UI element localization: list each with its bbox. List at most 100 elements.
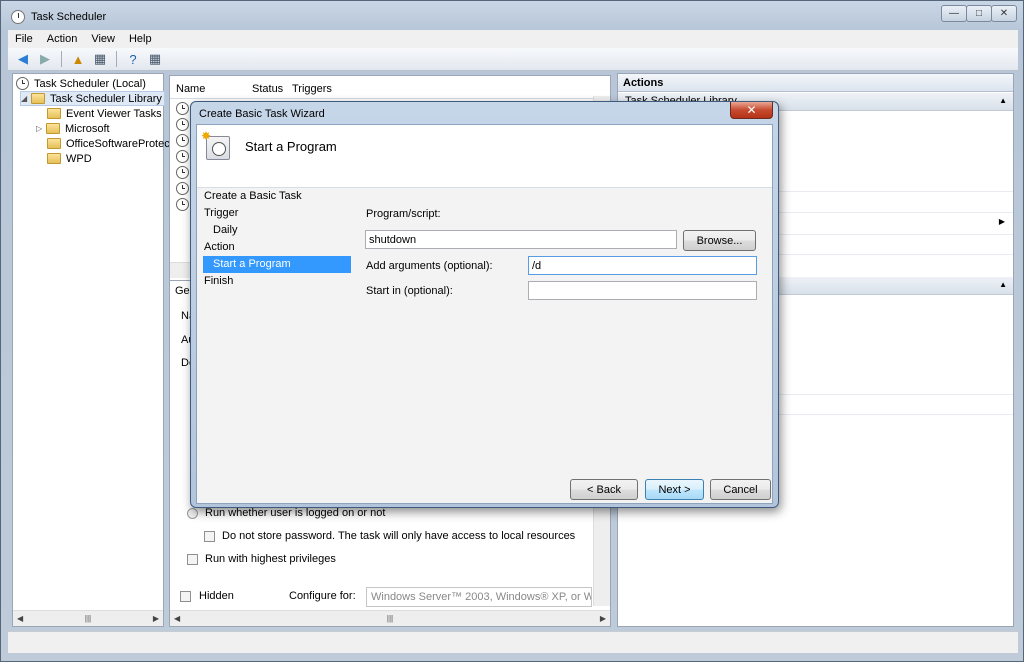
up-folder-icon[interactable]: ▲: [69, 50, 87, 68]
column-name[interactable]: Name: [170, 83, 252, 95]
scroll-thumb-grip-icon[interactable]: |||: [387, 614, 393, 623]
menu-help[interactable]: Help: [122, 33, 159, 45]
toolbar: ◀ ▶ ▲ ▦ ? ▦: [8, 48, 1018, 71]
tree-item-officesoftwareprotect[interactable]: OfficeSoftwareProtect: [47, 136, 173, 151]
forward-arrow-icon[interactable]: ▶: [36, 50, 54, 68]
back-button[interactable]: < Back: [570, 479, 638, 500]
column-status[interactable]: Status: [252, 83, 286, 95]
actions-header: Actions: [618, 74, 1013, 92]
general-horizontal-scrollbar[interactable]: ◀ ||| ▶: [170, 610, 610, 626]
collapse-arrow-icon[interactable]: ▲: [999, 96, 1007, 105]
status-bar: [8, 631, 1018, 653]
clock-icon: [176, 150, 189, 163]
collapse-arrow-icon[interactable]: ▲: [999, 280, 1007, 289]
clock-icon: [176, 166, 189, 179]
tree-item-label: OfficeSoftwareProtect: [66, 137, 173, 150]
tree-item-label: WPD: [66, 152, 92, 165]
configure-for-select[interactable]: Windows Server™ 2003, Windows® XP, or Wi…: [366, 587, 592, 607]
folder-icon: [47, 153, 61, 164]
close-button[interactable]: ✕: [991, 5, 1017, 22]
step-create-basic-task[interactable]: Create a Basic Task: [203, 188, 351, 205]
clock-icon: [176, 134, 189, 147]
run-whether-label: Run whether user is logged on or not: [205, 507, 386, 519]
hidden-checkbox[interactable]: [180, 591, 191, 602]
dialog-body: ✸ Start a Program Create a Basic Task Tr…: [196, 124, 773, 504]
scroll-right-icon[interactable]: ▶: [153, 614, 159, 623]
clock-icon: [16, 77, 29, 90]
tree-item-label: Microsoft: [65, 122, 110, 135]
maximize-button[interactable]: □: [966, 5, 992, 22]
browse-button[interactable]: Browse...: [683, 230, 756, 251]
tree-item-library[interactable]: ◢ Task Scheduler Library: [20, 91, 165, 106]
program-script-label: Program/script:: [366, 208, 441, 220]
tree-item-event-viewer-tasks[interactable]: Event Viewer Tasks: [47, 106, 162, 121]
add-arguments-label: Add arguments (optional):: [366, 260, 493, 272]
clock-icon: [176, 102, 189, 115]
folder-icon: [31, 93, 45, 104]
dialog-title: Create Basic Task Wizard: [199, 108, 325, 120]
submenu-arrow-icon[interactable]: ▶: [999, 217, 1005, 226]
run-whether-radio[interactable]: [187, 508, 198, 519]
new-star-icon: ✸: [201, 129, 212, 143]
highest-privileges-checkbox[interactable]: [187, 554, 198, 565]
step-action[interactable]: Action: [203, 239, 351, 256]
folder-icon: [47, 108, 61, 119]
menu-action[interactable]: Action: [40, 33, 85, 45]
step-trigger[interactable]: Trigger: [203, 205, 351, 222]
add-arguments-input[interactable]: /d: [528, 256, 757, 275]
tree-item-wpd[interactable]: WPD: [47, 151, 92, 166]
program-script-input[interactable]: shutdown: [365, 230, 677, 249]
navigation-tree: Task Scheduler (Local) ◢ Task Scheduler …: [12, 73, 173, 627]
show-hide-tree-icon[interactable]: ▦: [91, 50, 109, 68]
highest-privileges-label: Run with highest privileges: [205, 553, 336, 565]
scroll-thumb-grip-icon[interactable]: |||: [85, 614, 91, 623]
dialog-close-button[interactable]: ✕: [730, 102, 773, 119]
step-start-a-program[interactable]: Start a Program: [203, 256, 351, 273]
clock-icon: [176, 118, 189, 131]
help-icon[interactable]: ?: [124, 50, 142, 68]
do-not-store-password-label: Do not store password. The task will onl…: [222, 530, 576, 542]
configure-for-label: Configure for:: [289, 590, 356, 602]
clock-icon: [11, 10, 25, 24]
back-arrow-icon[interactable]: ◀: [14, 50, 32, 68]
menu-bar: File Action View Help: [8, 30, 1018, 48]
dialog-main: Create a Basic Task Trigger Daily Action…: [197, 188, 772, 503]
scroll-left-icon[interactable]: ◀: [174, 614, 180, 623]
create-basic-task-wizard: Create Basic Task Wizard ✕ ✸ Start a Pro…: [190, 101, 779, 508]
clock-icon: [176, 182, 189, 195]
window-title: Task Scheduler: [31, 11, 107, 23]
show-hide-action-pane-icon[interactable]: ▦: [146, 50, 164, 68]
tree-item-label: Event Viewer Tasks: [66, 107, 162, 120]
step-finish[interactable]: Finish: [203, 273, 351, 290]
next-button[interactable]: Next >: [645, 479, 704, 500]
do-not-store-password-checkbox[interactable]: [204, 531, 215, 542]
cancel-button[interactable]: Cancel: [710, 479, 771, 500]
minimize-button[interactable]: —: [941, 5, 967, 22]
tree-horizontal-scrollbar[interactable]: ◀ ||| ▶: [13, 610, 163, 626]
tree-item-label: Task Scheduler (Local): [34, 77, 146, 90]
folder-icon: [46, 123, 60, 134]
task-icon-column: [176, 102, 189, 212]
wizard-steps: Create a Basic Task Trigger Daily Action…: [203, 188, 351, 290]
step-daily[interactable]: Daily: [203, 222, 351, 239]
menu-view[interactable]: View: [84, 33, 122, 45]
tree-item-microsoft[interactable]: ▷ Microsoft: [36, 121, 110, 136]
clock-icon: [176, 198, 189, 211]
configure-for-value: Windows Server™ 2003, Windows® XP, or Wi…: [371, 591, 591, 603]
dialog-header: ✸ Start a Program: [197, 125, 772, 188]
tree-item-root[interactable]: Task Scheduler (Local): [16, 76, 146, 91]
tree-item-label: Task Scheduler Library: [50, 92, 162, 105]
hidden-label: Hidden: [199, 590, 234, 602]
scroll-left-icon[interactable]: ◀: [17, 614, 23, 623]
title-bar: Task Scheduler — □ ✕: [1, 1, 1023, 31]
folder-icon: [47, 138, 61, 149]
start-in-input[interactable]: [528, 281, 757, 300]
scroll-right-icon[interactable]: ▶: [600, 614, 606, 623]
start-in-label: Start in (optional):: [366, 285, 453, 297]
dialog-heading: Start a Program: [245, 139, 337, 154]
column-triggers[interactable]: Triggers: [286, 83, 332, 95]
menu-file[interactable]: File: [8, 33, 40, 45]
expand-arrow-icon[interactable]: ▷: [36, 124, 46, 133]
task-list-header: Name Status Triggers: [170, 79, 610, 99]
collapse-arrow-icon[interactable]: ◢: [21, 94, 31, 103]
